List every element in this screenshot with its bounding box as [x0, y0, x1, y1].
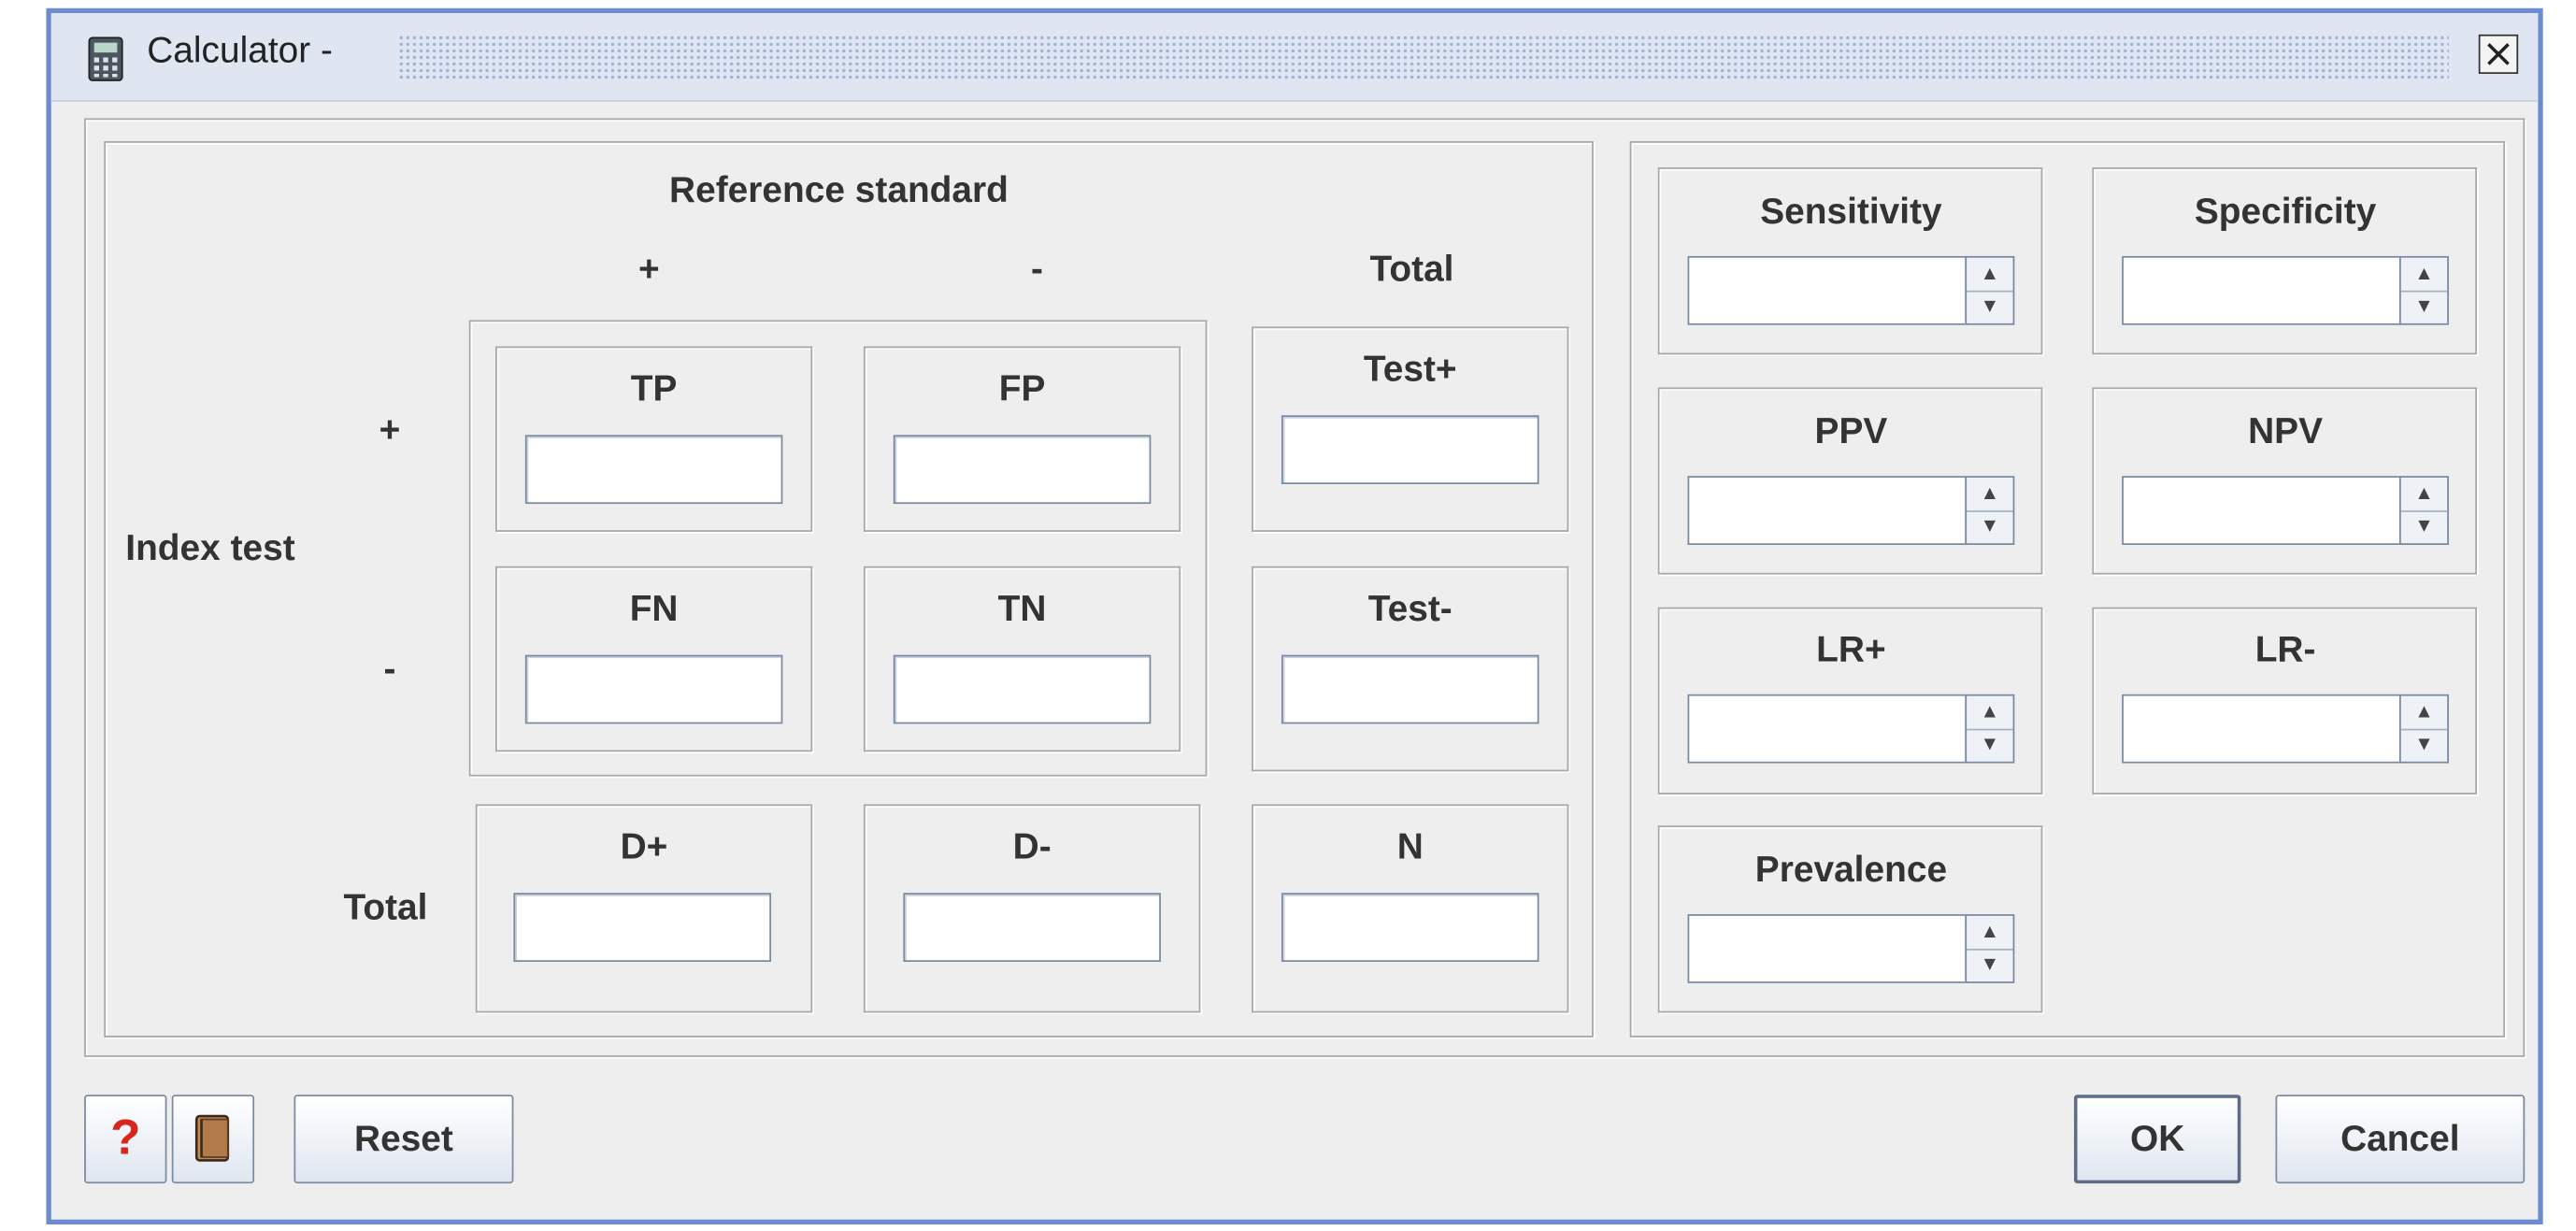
tn-input[interactable]: [893, 654, 1152, 724]
disease-negative-label: D-: [1012, 825, 1052, 867]
ppv-spinner[interactable]: ▲ ▼: [1965, 476, 2015, 545]
prevalence-input[interactable]: [1687, 914, 1968, 983]
spinner-down-icon[interactable]: ▼: [1967, 729, 2012, 762]
npv-label: NPV: [2248, 410, 2324, 451]
test-negative-input[interactable]: [1281, 654, 1539, 724]
spinner-up-icon[interactable]: ▲: [2400, 696, 2448, 731]
specificity-label: Specificity: [2194, 190, 2377, 232]
prevalence-label: Prevalence: [1754, 848, 1948, 890]
tn-label: TN: [997, 587, 1047, 629]
lr-positive-label: LR+: [1816, 628, 1886, 670]
title-bar[interactable]: Calculator -: [50, 13, 2539, 102]
spinner-up-icon[interactable]: ▲: [2400, 258, 2448, 293]
lr-negative-input[interactable]: [2122, 694, 2401, 764]
test-negative-label: Test-: [1367, 587, 1453, 629]
column-plus-label: +: [637, 248, 660, 290]
spinner-up-icon[interactable]: ▲: [1967, 916, 2013, 951]
calculator-icon: [88, 36, 123, 81]
tp-label: TP: [630, 367, 678, 409]
book-icon: [194, 1114, 230, 1162]
fp-input[interactable]: [893, 435, 1152, 505]
spinner-down-icon[interactable]: ▼: [2401, 291, 2447, 323]
sensitivity-input[interactable]: [1687, 255, 1968, 325]
npv-input[interactable]: [2122, 476, 2401, 545]
spinner-down-icon[interactable]: ▼: [2401, 510, 2447, 543]
total-n-input[interactable]: [1281, 893, 1539, 963]
fn-input[interactable]: [524, 654, 783, 724]
spinner-up-icon[interactable]: ▲: [2400, 478, 2448, 512]
reset-button[interactable]: Reset: [293, 1095, 514, 1184]
row-plus-label: +: [379, 408, 401, 451]
spinner-down-icon[interactable]: ▼: [1967, 510, 2012, 543]
fp-label: FP: [998, 367, 1046, 409]
test-positive-label: Test+: [1363, 348, 1457, 390]
sensitivity-spinner[interactable]: ▲ ▼: [1965, 255, 2015, 325]
prevalence-spinner[interactable]: ▲ ▼: [1965, 914, 2015, 983]
lr-negative-spinner[interactable]: ▲ ▼: [2398, 694, 2449, 764]
row-total-label: Total: [343, 886, 428, 928]
ok-button[interactable]: OK: [2073, 1095, 2241, 1184]
total-n-label: N: [1396, 825, 1424, 867]
lr-positive-spinner[interactable]: ▲ ▼: [1965, 694, 2015, 764]
book-button[interactable]: [171, 1095, 255, 1184]
stage: Calculator - Reference standard + - Tota…: [0, 0, 2576, 1231]
lr-positive-input[interactable]: [1687, 694, 1968, 764]
lr-negative-label: LR-: [2254, 628, 2316, 670]
column-total-label: Total: [1369, 248, 1454, 290]
tp-input[interactable]: [524, 435, 783, 505]
cancel-button[interactable]: Cancel: [2275, 1095, 2526, 1184]
specificity-input[interactable]: [2122, 255, 2401, 325]
spinner-up-icon[interactable]: ▲: [1967, 478, 2013, 512]
help-button[interactable]: ?: [84, 1095, 167, 1184]
disease-positive-input[interactable]: [513, 893, 772, 963]
close-icon: [2487, 43, 2510, 65]
disease-positive-label: D+: [620, 825, 668, 867]
spinner-down-icon[interactable]: ▼: [1967, 291, 2012, 323]
ppv-label: PPV: [1814, 410, 1888, 451]
spinner-up-icon[interactable]: ▲: [1967, 258, 2013, 293]
row-minus-label: -: [383, 648, 396, 690]
window-title: Calculator -: [147, 29, 333, 71]
title-bar-pattern: [397, 34, 2449, 81]
sensitivity-label: Sensitivity: [1760, 190, 1942, 232]
npv-spinner[interactable]: ▲ ▼: [2398, 476, 2449, 545]
spinner-down-icon[interactable]: ▼: [2401, 729, 2447, 762]
spinner-up-icon[interactable]: ▲: [1967, 696, 2013, 731]
calculator-window: Calculator - Reference standard + - Tota…: [46, 7, 2543, 1224]
spinner-down-icon[interactable]: ▼: [1967, 949, 2012, 981]
close-button[interactable]: [2478, 34, 2519, 75]
help-icon: ?: [110, 1110, 141, 1166]
ppv-input[interactable]: [1687, 476, 1968, 545]
reference-standard-label: Reference standard: [669, 168, 1009, 210]
specificity-spinner[interactable]: ▲ ▼: [2398, 255, 2449, 325]
fn-label: FN: [629, 587, 679, 629]
disease-negative-input[interactable]: [903, 893, 1161, 963]
column-minus-label: -: [1030, 248, 1043, 290]
test-positive-input[interactable]: [1281, 415, 1539, 485]
index-test-label: Index test: [125, 526, 295, 568]
